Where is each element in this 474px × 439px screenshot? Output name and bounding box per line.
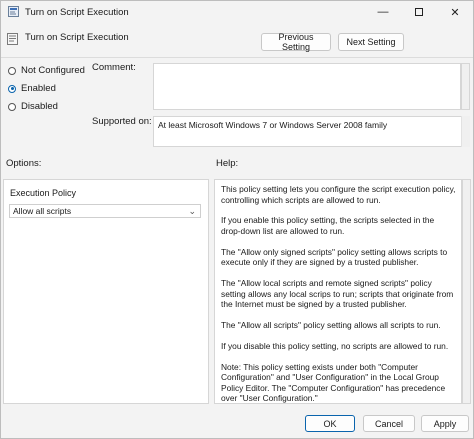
ok-button[interactable]: OK	[305, 415, 355, 432]
radio-disabled[interactable]: Disabled	[8, 101, 58, 112]
execution-policy-value: Allow all scripts	[13, 206, 72, 216]
maximize-icon	[415, 8, 423, 16]
policy-setting-icon	[7, 33, 18, 45]
close-button[interactable]: ✕	[437, 1, 473, 23]
radio-label: Enabled	[21, 83, 56, 94]
policy-app-icon	[8, 6, 19, 17]
radio-circle-checked[interactable]	[8, 84, 16, 93]
help-scrollbar[interactable]	[462, 179, 471, 404]
execution-policy-select[interactable]: Allow all scripts ⌄	[9, 204, 201, 218]
radio-circle[interactable]	[8, 66, 16, 75]
policy-name: Turn on Script Execution	[25, 32, 129, 43]
supported-on-value: At least Microsoft Windows 7 or Windows …	[153, 116, 470, 147]
radio-circle[interactable]	[8, 102, 16, 111]
options-panel: Execution Policy Allow all scripts ⌄	[3, 179, 209, 404]
group-policy-dialog: Turn on Script Execution — ✕ Turn on Scr…	[0, 0, 474, 439]
comment-scrollbar[interactable]	[461, 63, 470, 110]
cancel-button[interactable]: Cancel	[363, 415, 415, 432]
close-icon: ✕	[450, 6, 460, 19]
execution-policy-label: Execution Policy	[10, 188, 77, 198]
radio-not-configured[interactable]: Not Configured	[8, 65, 85, 76]
previous-setting-button[interactable]: Previous Setting	[261, 32, 331, 52]
help-paragraph: The "Allow only signed scripts" policy s…	[221, 246, 448, 268]
help-paragraph: The "Allow local scripts and remote sign…	[221, 278, 454, 310]
help-paragraph: If you disable this policy setting, no s…	[221, 340, 449, 351]
title-bar: Turn on Script Execution — ✕	[1, 1, 473, 23]
maximize-button[interactable]	[401, 1, 437, 23]
options-heading: Options:	[6, 158, 42, 169]
help-heading: Help:	[216, 158, 239, 169]
supported-on-scrollbar[interactable]	[461, 116, 470, 147]
radio-label: Not Configured	[21, 65, 85, 76]
help-paragraph: The "Allow all scripts" policy setting a…	[221, 320, 441, 331]
window-title: Turn on Script Execution	[25, 7, 129, 18]
next-setting-button[interactable]: Next Setting	[338, 33, 404, 51]
minimize-icon: —	[377, 6, 389, 18]
help-paragraph: Note: This policy setting exists under b…	[221, 361, 446, 404]
apply-button[interactable]: Apply	[421, 415, 469, 432]
chevron-down-icon: ⌄	[188, 206, 196, 216]
supported-on-label: Supported on:	[92, 116, 152, 127]
help-paragraph: This policy setting lets you configure t…	[221, 184, 456, 205]
help-paragraph: If you enable this policy setting, the s…	[221, 215, 435, 236]
comment-textarea[interactable]	[153, 63, 461, 110]
comment-label: Comment:	[92, 62, 136, 73]
help-text-panel: This policy setting lets you configure t…	[214, 179, 462, 404]
minimize-button[interactable]: —	[365, 1, 401, 23]
header-divider	[1, 57, 473, 58]
radio-label: Disabled	[21, 101, 58, 112]
radio-enabled[interactable]: Enabled	[8, 83, 56, 94]
